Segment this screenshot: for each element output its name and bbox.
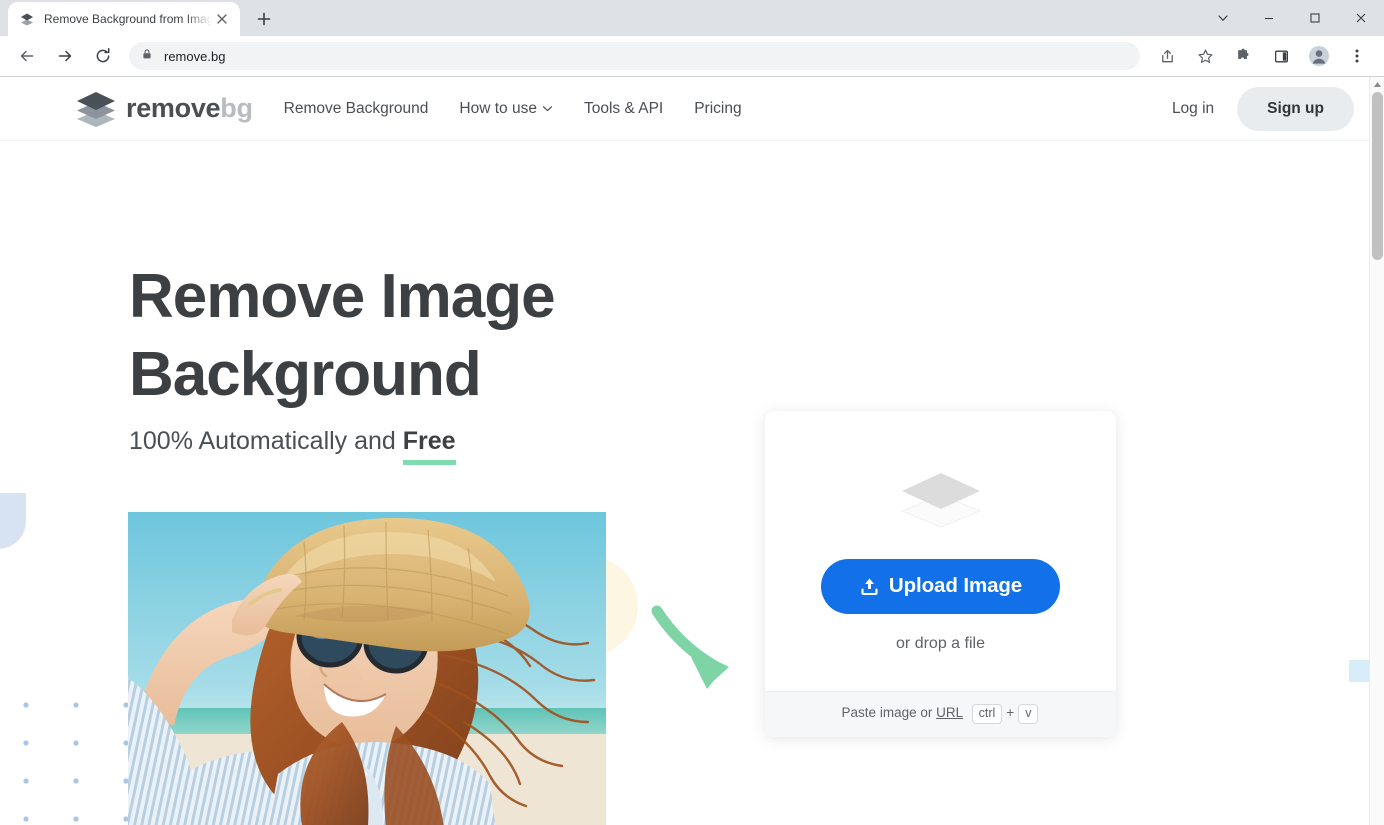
share-icon [1161,49,1173,62]
chevron-down-icon [542,103,553,114]
address-bar-url: remove.bg [164,48,226,64]
nav-label: Remove Background [283,99,429,117]
tab-favicon-remove-bg-icon [19,11,35,27]
minimize-button[interactable] [1246,0,1292,36]
star-icon [1197,48,1213,63]
back-arrow-icon [20,50,34,62]
hero-title-line-2: Background [129,340,482,409]
chevron-down-icon [1218,15,1228,22]
bookmark-button[interactable] [1191,42,1219,70]
window-close-button[interactable] [1338,0,1384,36]
keycap-ctrl: ctrl [971,704,1003,724]
window-controls [1200,0,1384,36]
main-navigation: Remove Background How to use Tools & API [284,92,773,126]
scrollbar-up-arrow-icon[interactable] [1370,77,1384,92]
tab-close-icon[interactable] [212,9,232,29]
page-scrollbar[interactable] [1369,77,1384,825]
share-button[interactable] [1153,42,1181,70]
puzzle-piece-icon [1237,48,1249,59]
keycap-plus: + [1006,705,1015,720]
tab-search-button[interactable] [1200,0,1246,36]
back-button[interactable] [13,42,41,70]
maximize-icon [1310,13,1320,23]
keycap-v: v [1018,704,1039,724]
hero-subtitle-highlight: Free [402,427,456,455]
layers-diamond-icon [74,89,118,129]
browser-tab[interactable]: Remove Background from Image [8,2,240,36]
hero-photo [128,512,606,825]
site-logo[interactable]: removebg [74,89,253,129]
browser-toolbar: remove.bg [0,36,1384,76]
profile-avatar-icon [1309,46,1329,66]
remove-bg-page: removebg Remove Background How to use To… [0,77,1371,825]
nav-item-pricing[interactable]: Pricing [694,92,741,126]
toolbar-actions [1148,42,1376,70]
curved-arrow-icon [645,603,745,696]
profile-button[interactable] [1305,42,1333,70]
side-panel-button[interactable] [1267,42,1295,70]
scrollbar-thumb[interactable] [1372,92,1383,260]
header-actions: Log in Sign up [1172,86,1369,131]
tab-title: Remove Background from Image [44,12,212,26]
paste-url-link[interactable]: URL [936,705,963,720]
drop-file-text: or drop a file [896,635,985,652]
nav-item-remove-background[interactable]: Remove Background [284,92,429,126]
upload-card: Upload Image or drop a file Paste image … [765,411,1116,737]
hero-title-line-1: Remove Image [129,262,556,331]
new-tab-button[interactable] [250,5,278,33]
close-icon [1356,13,1366,23]
maximize-button[interactable] [1292,0,1338,36]
upload-card-body[interactable]: Upload Image or drop a file [765,411,1116,691]
decorative-blue-square [1349,660,1371,682]
forward-button[interactable] [51,42,79,70]
extensions-button[interactable] [1229,42,1257,70]
nav-item-tools-api[interactable]: Tools & API [584,92,663,126]
decorative-blue-shape [0,493,26,549]
login-link[interactable]: Log in [1172,100,1214,118]
side-panel-icon [1274,50,1288,62]
upload-icon [859,576,880,597]
three-dot-menu-icon [1355,49,1359,63]
lock-icon [141,47,153,65]
tab-strip: Remove Background from Image [0,0,1384,36]
nav-label: Pricing [694,99,742,117]
nav-item-how-to-use[interactable]: How to use [459,92,553,126]
paste-hint-text: Paste image or [841,705,937,720]
layers-diamond-icon [893,467,989,529]
hero-section: Remove Image Background 100% Automatical… [0,141,1371,825]
page-title: Remove Image Background [129,258,556,414]
nav-label: Tools & API [583,99,664,117]
reload-icon [96,48,110,63]
forward-arrow-icon [58,50,72,62]
plus-icon [257,12,271,26]
upload-image-button[interactable]: Upload Image [820,559,1061,614]
site-header: removebg Remove Background How to use To… [0,77,1369,141]
logo-text-primary: remove [126,93,221,123]
paste-hint-bar: Paste image or URL ctrl + v [765,691,1116,737]
upload-image-button-label: Upload Image [888,574,1023,597]
logo-text-secondary: bg [220,93,253,123]
reload-button[interactable] [89,42,117,70]
hero-subtitle: 100% Automatically and Free [129,427,456,456]
browser-window: Remove Background from Image remove.bg r… [0,0,1384,825]
nav-label: How to use [459,99,537,117]
browser-menu-button[interactable] [1343,42,1371,70]
address-bar[interactable]: remove.bg [129,42,1140,70]
signup-button[interactable]: Sign up [1237,86,1354,131]
hero-subtitle-prefix: 100% Automatically and [129,427,403,455]
page-viewport: removebg Remove Background How to use To… [0,77,1384,825]
minimize-icon [1265,17,1273,20]
